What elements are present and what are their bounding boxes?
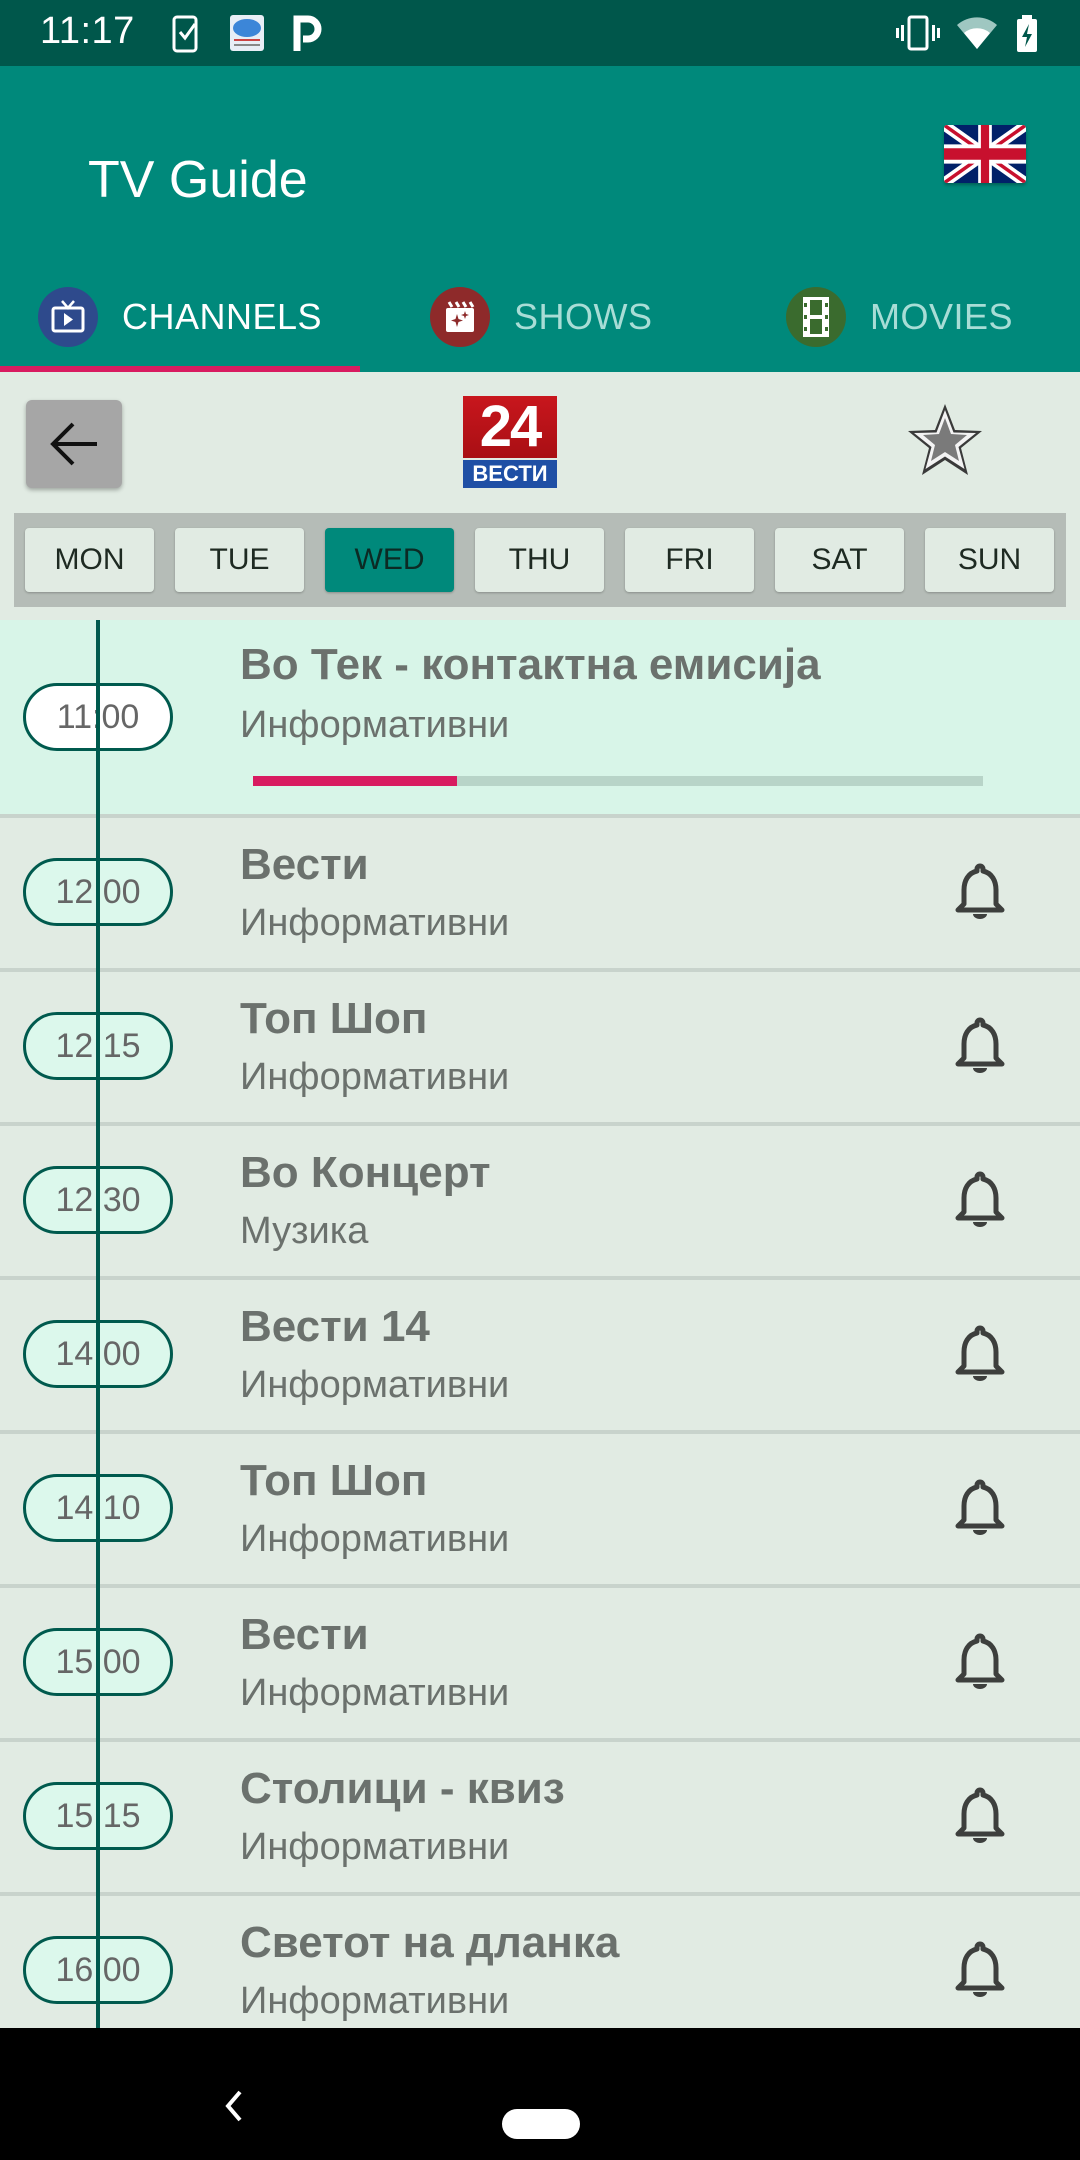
uk-flag-icon: [944, 125, 1026, 183]
program-title: Вести: [240, 840, 369, 889]
program-title: Топ Шоп: [240, 1456, 428, 1505]
tab-channels[interactable]: CHANNELS: [38, 262, 322, 372]
program-row[interactable]: 15:15Столици - квизИнформативни: [0, 1742, 1080, 1896]
phone-check-icon: [172, 15, 198, 53]
language-button[interactable]: [944, 125, 1026, 183]
program-row[interactable]: 12:15Топ ШопИнформативни: [0, 972, 1080, 1126]
parking-p-icon: [293, 15, 322, 51]
nav-home-button[interactable]: [502, 2109, 580, 2139]
program-progress-bar: [253, 776, 983, 786]
program-row[interactable]: 12:00ВестиИнформативни: [0, 818, 1080, 972]
channel-logo-name: ВЕСТИ: [463, 460, 557, 488]
battery-charging-icon: [1017, 15, 1037, 52]
system-nav-bar: [0, 2028, 1080, 2160]
program-row[interactable]: 14:00Вести 14Информативни: [0, 1280, 1080, 1434]
reminder-bell-icon[interactable]: [950, 1632, 1010, 1692]
reminder-bell-icon[interactable]: [950, 1786, 1010, 1846]
status-time: 11:17: [40, 10, 135, 52]
reminder-bell-icon[interactable]: [950, 1940, 1010, 2000]
program-title: Вести: [240, 1610, 369, 1659]
day-button-wed[interactable]: WED: [325, 528, 454, 592]
tab-movies-label: MOVIES: [870, 296, 1014, 337]
program-row[interactable]: 12:30Во КонцертМузика: [0, 1126, 1080, 1280]
tab-shows[interactable]: SHOWS: [430, 262, 653, 372]
app-bar: TV Guide CHANNELS SHOWS MOVIES: [0, 66, 1080, 372]
day-button-sat[interactable]: SAT: [775, 528, 904, 592]
program-category: Информативни: [240, 902, 510, 944]
program-category: Информативни: [240, 1056, 510, 1098]
program-category: Информативни: [240, 1518, 510, 1560]
tab-shows-label: SHOWS: [514, 296, 653, 337]
arrow-left-icon: [50, 422, 97, 466]
program-category: Информативни: [240, 1980, 510, 2022]
program-title: Вести 14: [240, 1302, 430, 1351]
tab-bar: CHANNELS SHOWS MOVIES: [0, 262, 1080, 372]
back-button[interactable]: [26, 400, 122, 488]
vibrate-icon: [896, 15, 940, 51]
program-category: Информативни: [240, 1364, 510, 1406]
nav-back-icon[interactable]: [222, 2088, 246, 2124]
test-cloud-app-icon: [230, 15, 264, 51]
reminder-bell-icon[interactable]: [950, 1324, 1010, 1384]
program-list[interactable]: 11:00Во Тек - контактна емисијаИнформати…: [0, 620, 1080, 2028]
wifi-icon: [957, 17, 997, 49]
day-selector: MON TUE WED THU FRI SAT SUN: [14, 513, 1066, 607]
day-button-fri[interactable]: FRI: [625, 528, 754, 592]
day-button-mon[interactable]: MON: [25, 528, 154, 592]
clapperboard-icon: [430, 287, 490, 347]
program-row[interactable]: 16:00Светот на дланкаИнформативни: [0, 1896, 1080, 2028]
program-row[interactable]: 14:10Топ ШопИнформативни: [0, 1434, 1080, 1588]
day-button-thu[interactable]: THU: [475, 528, 604, 592]
channel-header: 24 ВЕСТИ: [0, 372, 1080, 512]
app-title: TV Guide: [88, 151, 308, 209]
program-row[interactable]: 15:00ВестиИнформативни: [0, 1588, 1080, 1742]
timeline-line: [96, 620, 100, 2028]
program-row-current[interactable]: 11:00Во Тек - контактна емисијаИнформати…: [0, 620, 1080, 818]
favorite-button[interactable]: [905, 400, 985, 480]
reminder-bell-icon[interactable]: [950, 1478, 1010, 1538]
reminder-bell-icon[interactable]: [950, 1016, 1010, 1076]
channel-logo: 24 ВЕСТИ: [463, 396, 557, 488]
program-title: Светот на дланка: [240, 1918, 620, 1967]
program-title: Во Тек - контактна емисија: [240, 640, 821, 689]
program-category: Информативни: [240, 1826, 510, 1868]
program-progress-fill: [253, 776, 458, 786]
reminder-bell-icon[interactable]: [950, 862, 1010, 922]
program-category: Информативни: [240, 1672, 510, 1714]
program-category: Музика: [240, 1210, 369, 1252]
program-title: Во Концерт: [240, 1148, 491, 1197]
film-strip-icon: [786, 287, 846, 347]
tv-icon: [38, 287, 98, 347]
program-category: Информативни: [240, 704, 510, 746]
program-title: Столици - квиз: [240, 1764, 565, 1813]
star-icon: [908, 404, 982, 475]
tab-movies[interactable]: MOVIES: [786, 262, 1013, 372]
day-button-tue[interactable]: TUE: [175, 528, 304, 592]
day-button-sun[interactable]: SUN: [925, 528, 1054, 592]
reminder-bell-icon[interactable]: [950, 1170, 1010, 1230]
channel-logo-number: 24: [463, 396, 557, 458]
program-title: Топ Шоп: [240, 994, 428, 1043]
tab-channels-label: CHANNELS: [122, 296, 323, 337]
status-bar: 11:17: [0, 0, 1080, 66]
